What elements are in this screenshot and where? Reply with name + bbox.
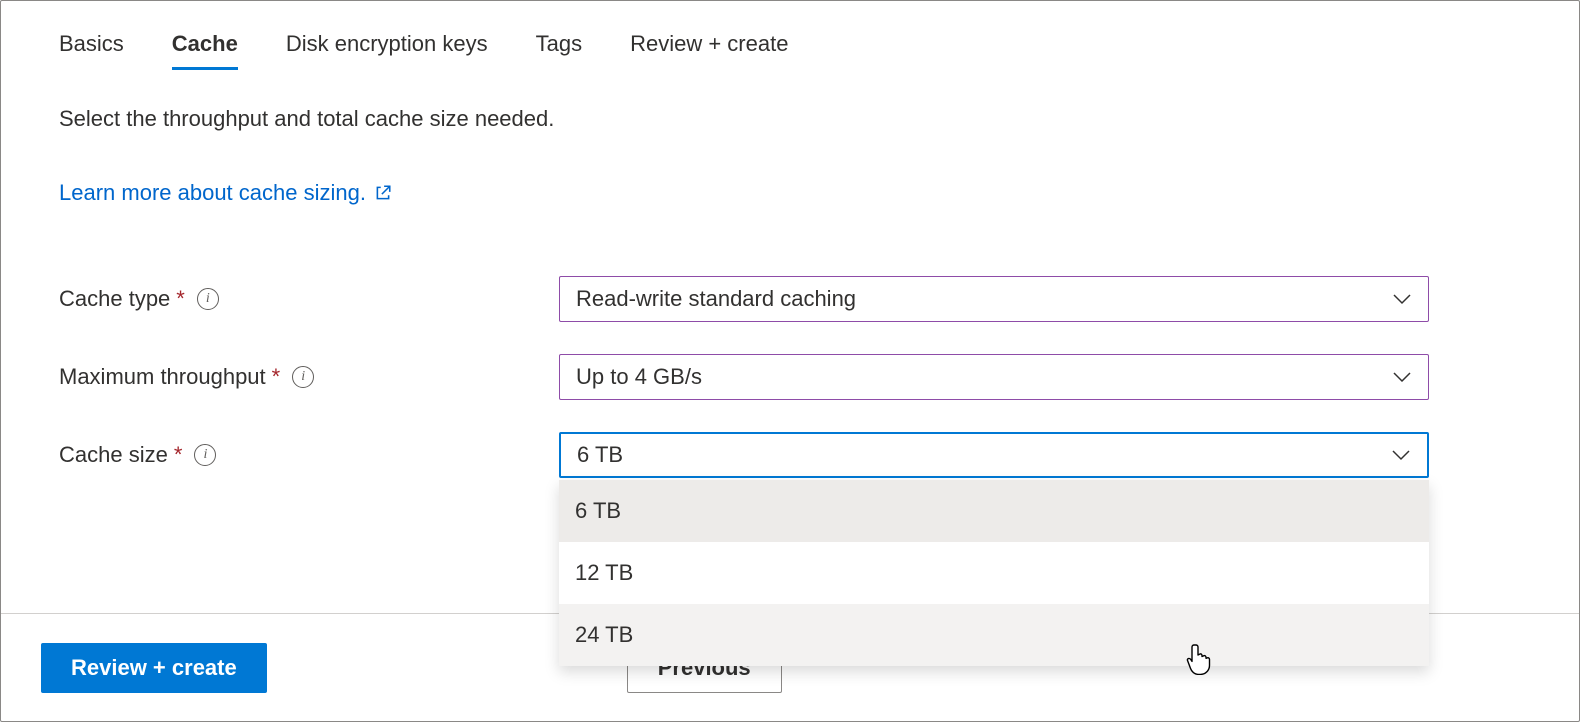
max-throughput-select[interactable]: Up to 4 GB/s xyxy=(559,354,1429,400)
cache-type-select[interactable]: Read-write standard caching xyxy=(559,276,1429,322)
tab-review-create[interactable]: Review + create xyxy=(630,31,788,70)
external-link-icon xyxy=(374,184,392,202)
max-throughput-value: Up to 4 GB/s xyxy=(576,364,702,390)
cache-size-dropdown: 6 TB 12 TB 24 TB xyxy=(559,480,1429,666)
wizard-tabs: Basics Cache Disk encryption keys Tags R… xyxy=(59,31,1521,70)
cache-size-value: 6 TB xyxy=(577,442,623,468)
chevron-down-icon xyxy=(1391,449,1411,461)
cache-size-option-6tb[interactable]: 6 TB xyxy=(559,480,1429,542)
learn-more-link[interactable]: Learn more about cache sizing. xyxy=(59,180,392,206)
tab-tags[interactable]: Tags xyxy=(536,31,582,70)
review-create-button[interactable]: Review + create xyxy=(41,643,267,693)
tab-basics[interactable]: Basics xyxy=(59,31,124,70)
tab-cache[interactable]: Cache xyxy=(172,31,238,70)
max-throughput-label: Maximum throughput xyxy=(59,364,266,390)
cache-size-label: Cache size xyxy=(59,442,168,468)
tab-description: Select the throughput and total cache si… xyxy=(59,106,1521,132)
learn-more-text: Learn more about cache sizing. xyxy=(59,180,366,206)
cache-type-row: Cache type * i Read-write standard cachi… xyxy=(59,276,1521,322)
required-asterisk: * xyxy=(272,364,281,390)
info-icon[interactable]: i xyxy=(197,288,219,310)
info-icon[interactable]: i xyxy=(292,366,314,388)
chevron-down-icon xyxy=(1392,293,1412,305)
cache-type-label: Cache type xyxy=(59,286,170,312)
required-asterisk: * xyxy=(174,442,183,468)
cache-size-select[interactable]: 6 TB xyxy=(559,432,1429,478)
info-icon[interactable]: i xyxy=(194,444,216,466)
max-throughput-row: Maximum throughput * i Up to 4 GB/s xyxy=(59,354,1521,400)
required-asterisk: * xyxy=(176,286,185,312)
tab-disk-encryption-keys[interactable]: Disk encryption keys xyxy=(286,31,488,70)
cache-size-row: Cache size * i 6 TB 6 TB 12 TB 24 TB xyxy=(59,432,1521,478)
chevron-down-icon xyxy=(1392,371,1412,383)
cache-type-value: Read-write standard caching xyxy=(576,286,856,312)
cache-size-option-24tb[interactable]: 24 TB xyxy=(559,604,1429,666)
cache-size-option-12tb[interactable]: 12 TB xyxy=(559,542,1429,604)
